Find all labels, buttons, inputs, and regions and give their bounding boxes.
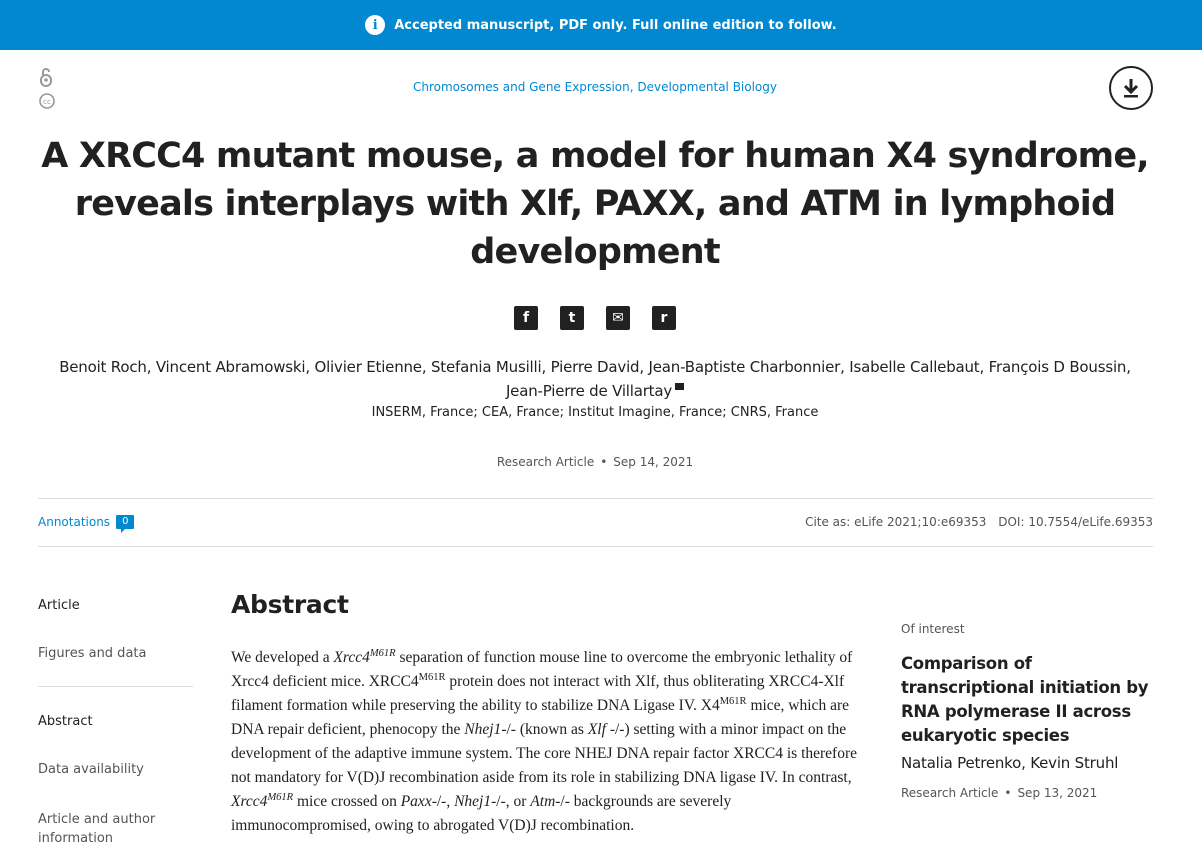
- info-icon: i: [365, 15, 386, 35]
- cite-as: Cite as: eLife 2021;10:e69353: [805, 515, 987, 529]
- publish-date: Sep 14, 2021: [613, 455, 694, 469]
- related-article-date: Sep 13, 2021: [1017, 786, 1098, 800]
- nav-item-data-availability[interactable]: Data availability: [38, 762, 193, 810]
- reddit-icon[interactable]: r: [652, 306, 676, 330]
- of-interest-panel: Of interest Comparison of transcriptiona…: [901, 622, 1161, 800]
- divider: [38, 546, 1153, 547]
- nav-item-article[interactable]: Article: [38, 598, 193, 646]
- download-icon: [1123, 79, 1139, 98]
- corresponding-email-icon[interactable]: [675, 383, 685, 390]
- annotations-count-badge: 0: [116, 515, 135, 533]
- author-link[interactable]: Isabelle Callebaut: [849, 358, 979, 376]
- author-link[interactable]: Jean-Pierre de Villartay: [506, 382, 672, 400]
- related-article-meta: Research Article • Sep 13, 2021: [901, 786, 1098, 800]
- abstract-heading: Abstract: [231, 590, 349, 619]
- author-link[interactable]: Stefania Musilli: [431, 358, 542, 376]
- download-button[interactable]: [1109, 66, 1153, 110]
- author-link[interactable]: François D Boussin: [989, 358, 1127, 376]
- doi-link[interactable]: DOI: 10.7554/eLife.69353: [998, 515, 1153, 529]
- author-link[interactable]: Benoit Roch: [59, 358, 147, 376]
- twitter-icon[interactable]: t: [560, 306, 584, 330]
- author-link[interactable]: Vincent Abramowski: [156, 358, 306, 376]
- abstract-text: We developed a Xrcc4M61R separation of f…: [231, 648, 857, 834]
- facebook-icon[interactable]: f: [514, 306, 538, 330]
- subject-link[interactable]: Chromosomes and Gene Expression: [413, 80, 630, 94]
- nav-item-author-information[interactable]: Article and author information: [38, 810, 193, 845]
- nav-item-abstract[interactable]: Abstract: [38, 714, 193, 762]
- article-type[interactable]: Research Article: [497, 455, 594, 469]
- annotations-link[interactable]: Annotations 0: [38, 515, 135, 533]
- author-link[interactable]: Jean-Baptiste Charbonnier: [649, 358, 841, 376]
- notice-banner: i Accepted manuscript, PDF only. Full on…: [0, 0, 1202, 50]
- annotations-label: Annotations: [38, 515, 111, 529]
- article-nav: Article Figures and data Abstract Data a…: [38, 598, 193, 845]
- of-interest-label: Of interest: [901, 622, 965, 636]
- email-icon[interactable]: ✉: [606, 306, 630, 330]
- author-link[interactable]: Pierre David: [551, 358, 640, 376]
- article-meta: Research Article • Sep 14, 2021: [496, 455, 694, 469]
- author-link[interactable]: Olivier Etienne: [314, 358, 422, 376]
- related-article-title[interactable]: Comparison of transcriptional initiation…: [901, 652, 1161, 748]
- author-list: Benoit Roch, Vincent Abramowski, Olivier…: [59, 358, 1131, 400]
- banner-text: Accepted manuscript, PDF only. Full onli…: [394, 17, 837, 33]
- svg-text:cc: cc: [43, 98, 51, 106]
- nav-divider: [38, 686, 193, 687]
- share-bar: f t ✉ r: [0, 306, 1190, 330]
- subject-list: Chromosomes and Gene Expression, Develop…: [412, 80, 777, 94]
- citation-info: Cite as: eLife 2021;10:e69353 DOI: 10.75…: [797, 515, 1153, 529]
- divider: [38, 498, 1153, 499]
- related-article-type[interactable]: Research Article: [901, 786, 998, 800]
- affiliations: INSERM, France; CEA, France; Institut Im…: [371, 405, 819, 420]
- related-article-authors: Natalia Petrenko, Kevin Struhl: [901, 754, 1119, 772]
- subject-link[interactable]: Developmental Biology: [637, 80, 777, 94]
- article-title: A XRCC4 mutant mouse, a model for human …: [41, 136, 1149, 272]
